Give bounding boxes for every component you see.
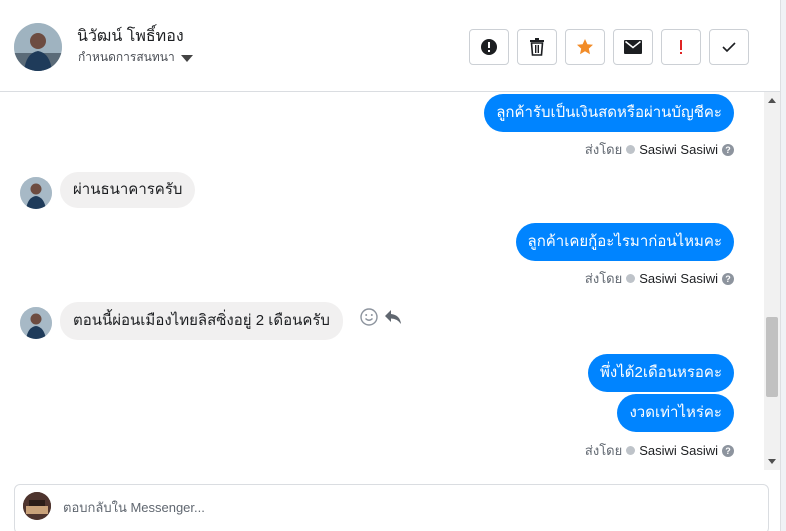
- message-actions: [360, 308, 402, 326]
- message-scrollbar[interactable]: [764, 92, 780, 470]
- envelope-icon: [624, 40, 642, 54]
- message-outgoing[interactable]: ลูกค้ารับเป็นเงินสดหรือผ่านบัญชีคะ: [484, 94, 734, 132]
- checkmark-icon: [722, 42, 736, 53]
- message-incoming[interactable]: ตอนนี้ผ่อนเมืองไทยลิสซิ่งอยู่ 2 เดือนครั…: [60, 302, 343, 340]
- contact-name[interactable]: นิวัฒน์ โพธิ์ทอง: [77, 24, 184, 49]
- caret-down-icon: [180, 54, 193, 62]
- conversation-panel: นิวัฒน์ โพธิ์ทอง กำหนดการสนทนา ลูกค้ารับ…: [0, 0, 781, 531]
- smiley-icon[interactable]: [360, 308, 378, 326]
- message-outgoing[interactable]: ลูกค้าเคยกู้อะไรมาก่อนไหมคะ: [515, 223, 734, 261]
- message-outgoing[interactable]: พึ่งได้2เดือนหรอคะ: [587, 354, 734, 392]
- mark-spam-button[interactable]: [469, 29, 509, 65]
- sender-name[interactable]: Sasiwi Sasiwi: [639, 271, 718, 286]
- star-icon: [577, 39, 593, 55]
- exclamation-circle-icon: [481, 39, 497, 55]
- page-badge-icon: [626, 446, 636, 455]
- exclamation-icon: [680, 40, 682, 54]
- window-edge: [781, 0, 786, 531]
- star-button[interactable]: [565, 29, 605, 65]
- sent-by-prefix: ส่งโดย: [584, 271, 623, 286]
- delete-button[interactable]: [517, 29, 557, 65]
- reply-composer: [14, 484, 769, 531]
- reply-icon[interactable]: [384, 309, 402, 325]
- contact-avatar-small[interactable]: [20, 177, 52, 209]
- help-icon[interactable]: ?: [722, 444, 734, 457]
- sent-by-line: ส่งโดย Sasiwi Sasiwi ?: [585, 268, 734, 289]
- header-actions: [469, 29, 749, 65]
- contact-avatar[interactable]: [14, 23, 62, 71]
- message-list[interactable]: ลูกค้ารับเป็นเงินสดหรือผ่านบัญชีคะ ส่งโด…: [0, 92, 764, 470]
- help-icon[interactable]: ?: [722, 272, 734, 285]
- follow-up-button[interactable]: [661, 29, 701, 65]
- help-icon[interactable]: ?: [722, 143, 734, 156]
- reply-input[interactable]: [63, 497, 663, 517]
- sent-by-prefix: ส่งโดย: [584, 142, 623, 157]
- sent-by-prefix: ส่งโดย: [584, 443, 623, 458]
- mark-unread-button[interactable]: [613, 29, 653, 65]
- page-badge-icon: [626, 145, 636, 154]
- sent-by-line: ส่งโดย Sasiwi Sasiwi ?: [585, 440, 734, 461]
- page-avatar: [23, 492, 51, 520]
- message-incoming[interactable]: ผ่านธนาคารครับ: [60, 172, 196, 208]
- scroll-thumb[interactable]: [766, 317, 778, 397]
- page-badge-icon: [626, 274, 636, 283]
- scroll-up-arrow-icon[interactable]: [768, 98, 776, 103]
- conversation-header: นิวัฒน์ โพธิ์ทอง กำหนดการสนทนา: [0, 0, 780, 92]
- scroll-down-arrow-icon[interactable]: [768, 459, 776, 464]
- message-outgoing[interactable]: งวดเท่าไหร่คะ: [617, 394, 734, 432]
- sender-name[interactable]: Sasiwi Sasiwi: [639, 443, 718, 458]
- mark-done-button[interactable]: [709, 29, 749, 65]
- sender-name[interactable]: Sasiwi Sasiwi: [639, 142, 718, 157]
- assign-conversation-dropdown[interactable]: กำหนดการสนทนา: [78, 48, 193, 67]
- sent-by-line: ส่งโดย Sasiwi Sasiwi ?: [585, 139, 734, 160]
- trash-icon: [530, 38, 544, 56]
- contact-avatar-small[interactable]: [20, 307, 52, 339]
- assign-label: กำหนดการสนทนา: [78, 50, 175, 64]
